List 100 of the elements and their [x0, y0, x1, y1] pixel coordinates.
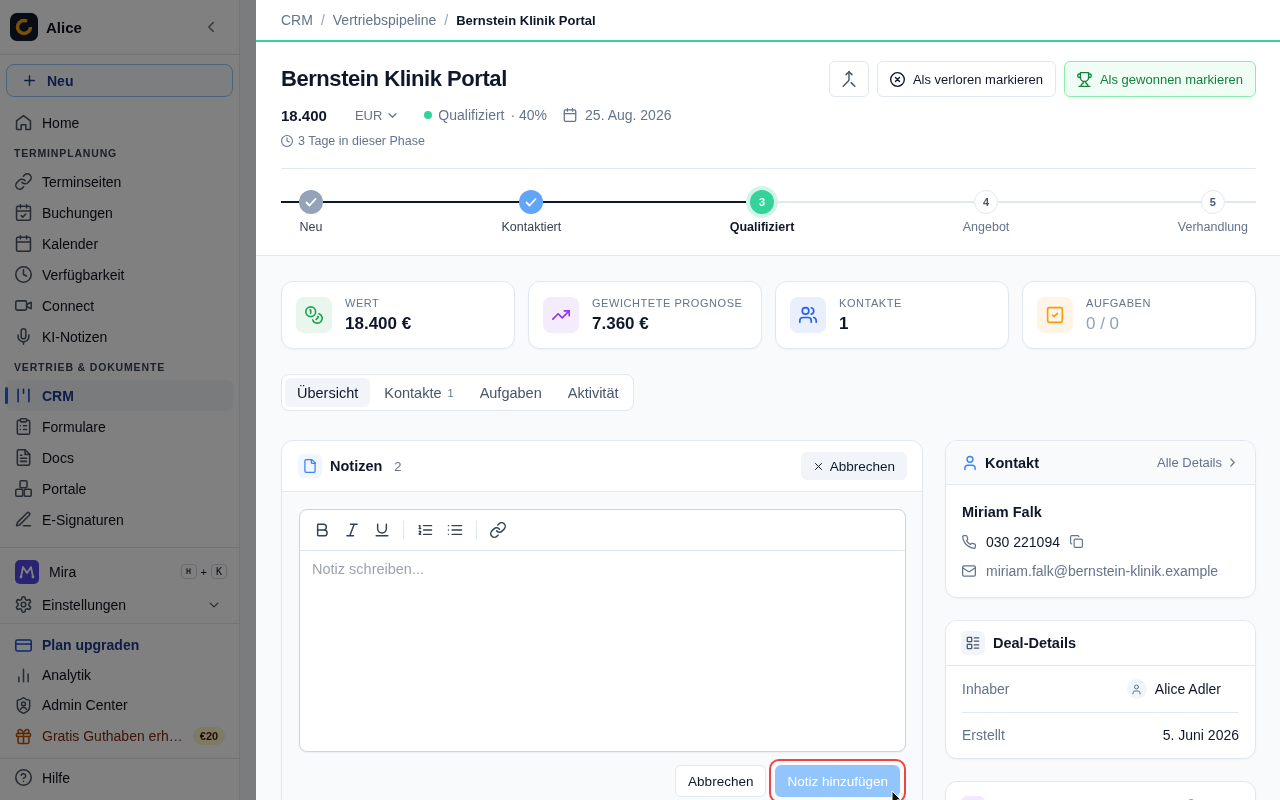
details-link[interactable]: Alle Details — [1156, 455, 1239, 470]
nav-item[interactable]: Einstellungen — [6, 589, 233, 620]
pen-icon — [15, 511, 32, 528]
calendar-icon — [15, 235, 32, 252]
stat-value: 18.400 € — [345, 313, 412, 334]
stage-duration: 3 Tage in dieser Phase — [298, 134, 425, 148]
stage-label: Qualifiziert — [438, 107, 505, 123]
nav-item[interactable]: Kalender — [6, 228, 233, 259]
tab[interactable]: Aktivität — [555, 378, 631, 407]
tab[interactable]: Übersicht — [285, 378, 371, 407]
nav-item[interactable]: Formulare — [6, 411, 233, 442]
bullet-list-icon[interactable] — [447, 522, 463, 538]
panel-title: Notizen — [330, 458, 383, 474]
section-heading: VERTRIEB & DOKUMENTE — [13, 360, 166, 375]
breadcrumb-separator: / — [320, 12, 325, 28]
nav-item[interactable]: KI-Notizen — [6, 321, 233, 352]
phone-number: 030 221094 — [986, 533, 1060, 550]
video-camera-icon — [15, 297, 32, 314]
stat-label: AUFGABEN — [1086, 296, 1151, 309]
underline-icon[interactable] — [374, 522, 390, 538]
panel-title: Kontakt — [985, 454, 1039, 471]
nav-item[interactable]: CRM — [6, 380, 233, 411]
nav-item[interactable]: Portale — [6, 473, 233, 504]
credit-badge: €20 — [192, 727, 226, 745]
nav-item[interactable]: Mira ⌘ + K — [6, 556, 233, 587]
tab[interactable]: Kontakte 1 — [372, 378, 466, 407]
cancel-button[interactable]: Abbrechen — [675, 765, 767, 797]
step-label: Angebot — [961, 220, 1011, 235]
nav-item[interactable]: Verfügbarkeit — [6, 259, 233, 290]
nav-item[interactable]: Home — [6, 107, 233, 138]
nav-item[interactable]: Gratis Guthaben erh… €20 — [6, 720, 233, 752]
copy-icon[interactable] — [1069, 535, 1083, 548]
boxes-icon — [15, 480, 32, 497]
nav-item[interactable]: Analytik — [6, 660, 233, 690]
stat-value: 1 — [839, 313, 850, 334]
tab[interactable]: Aufgaben — [467, 378, 554, 407]
help-icon — [15, 769, 32, 786]
file-icon — [298, 454, 322, 478]
mark-lost-button[interactable]: Als verloren markieren — [876, 61, 1056, 97]
merge-button[interactable] — [828, 61, 869, 97]
link-icon[interactable] — [490, 522, 506, 538]
stat-value: 7.360 € — [592, 313, 650, 334]
document-icon — [15, 449, 32, 466]
gift-icon — [15, 727, 32, 745]
step-number-badge: 4 — [974, 190, 999, 214]
stage-probability: · 40% — [510, 107, 548, 123]
nav-item[interactable]: Terminseiten — [6, 166, 233, 197]
currency-select[interactable]: EUR — [354, 107, 400, 123]
nav-item[interactable]: Connect — [6, 290, 233, 321]
panel-title: Deal-Details — [993, 635, 1076, 651]
note-input[interactable]: Notiz schreiben... — [300, 551, 905, 751]
italic-icon[interactable] — [344, 522, 360, 538]
bold-icon[interactable] — [314, 522, 330, 538]
avatar-icon — [1126, 679, 1147, 699]
breadcrumb-link[interactable]: CRM — [281, 12, 313, 28]
nav-item[interactable]: E-Signaturen — [6, 504, 233, 535]
calendar-check-icon — [15, 204, 32, 221]
nav-item[interactable]: Hilfe — [6, 762, 233, 793]
step-label: Kontaktiert — [500, 220, 563, 235]
nav-item[interactable]: Admin Center — [6, 690, 233, 720]
stat-label: KONTAKTE — [839, 296, 902, 309]
breadcrumb-link[interactable]: Vertriebspipeline — [332, 12, 437, 28]
clock-icon — [281, 135, 293, 147]
detail-label: Inhaber — [962, 681, 1010, 697]
new-button[interactable]: Neu — [6, 64, 233, 97]
ring-logo-icon — [10, 13, 38, 41]
clock-icon — [15, 266, 32, 283]
step-label: Qualifiziert — [728, 220, 796, 235]
phone-icon — [962, 534, 976, 549]
mark-won-button[interactable]: Als gewonnen markieren — [1063, 61, 1256, 97]
shortcut-key: ⌘ — [180, 564, 197, 579]
stat-value: 0 / 0 — [1086, 313, 1121, 334]
numbered-list-icon[interactable] — [417, 522, 433, 538]
detail-value: Alice Adler — [1154, 681, 1221, 697]
x-circle-icon — [889, 71, 905, 87]
list-icon — [961, 631, 985, 655]
nav-item[interactable]: Buchungen — [6, 197, 233, 228]
email-address: miriam.falk@bernstein-klinik.example — [986, 562, 1219, 579]
note-editor[interactable]: Notiz schreiben... — [299, 509, 906, 752]
detail-value: 5. Juni 2026 — [1162, 726, 1239, 743]
step-label: Neu — [298, 220, 324, 235]
link-icon — [15, 173, 32, 190]
trophy-icon — [1076, 71, 1092, 87]
cancel-button[interactable]: Abbrechen — [800, 452, 907, 480]
deal-amount: 18.400 — [281, 106, 327, 124]
mail-icon — [962, 563, 976, 578]
shortcut-separator: + — [200, 565, 207, 578]
house-icon — [15, 114, 32, 131]
stat-label: WERT — [345, 296, 381, 309]
zigzag-logo-icon — [15, 559, 39, 584]
user-icon — [962, 454, 978, 471]
section-heading: TERMINPLANUNG — [13, 146, 119, 161]
step-connector — [281, 201, 299, 203]
step-label: Verhandlung — [1176, 220, 1249, 235]
breadcrumb-current: Bernstein Klinik Portal — [456, 12, 596, 28]
shortcut-key: K — [210, 564, 227, 579]
shield-user-icon — [15, 696, 32, 714]
nav-item[interactable]: Docs — [6, 442, 233, 473]
breadcrumb-separator: / — [444, 12, 449, 28]
nav-item[interactable]: Plan upgraden — [6, 630, 233, 660]
